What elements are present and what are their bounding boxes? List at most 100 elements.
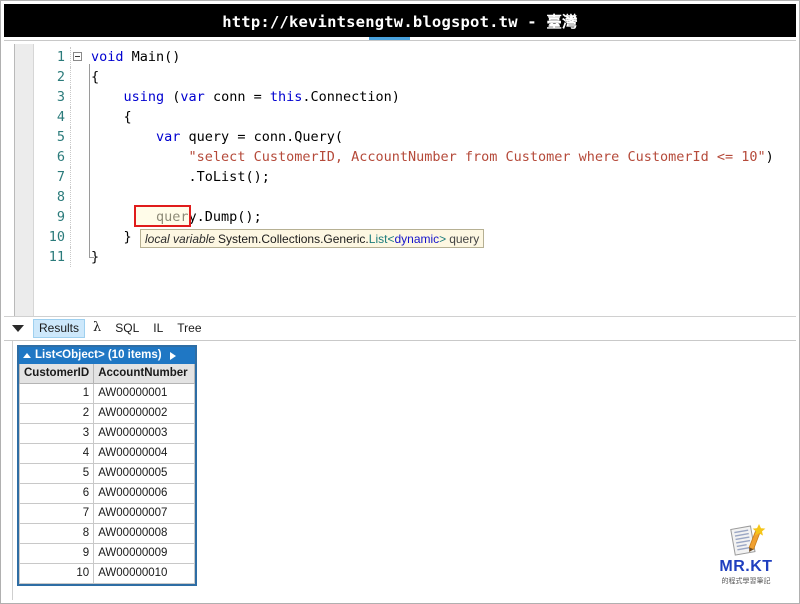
fold-column	[70, 107, 87, 127]
tab-il[interactable]: IL	[147, 319, 169, 338]
line-number: 8	[56, 189, 65, 205]
table-row[interactable]: 6 AW00000006	[18, 483, 196, 504]
code-line[interactable]: 9 query.Dump();	[15, 207, 796, 227]
code-token-kw: var	[180, 89, 205, 105]
code-line[interactable]: 11}	[15, 247, 796, 267]
cell-accountnumber[interactable]: AW00000010	[93, 563, 196, 584]
cell-customerid[interactable]: 4	[18, 443, 95, 464]
code-token-plain: (	[164, 89, 181, 105]
triangle-up-icon[interactable]	[23, 353, 31, 358]
table-row[interactable]: 4 AW00000004	[18, 443, 196, 464]
code-line[interactable]: 5 var query = conn.Query(	[15, 127, 796, 147]
tooltip-type-argument: dynamic	[394, 231, 440, 246]
table-row[interactable]: 1 AW00000001	[18, 383, 196, 404]
code-token-plain: {	[91, 69, 100, 85]
code-token-plain: )	[765, 149, 774, 165]
tab-sql[interactable]: SQL	[109, 319, 145, 338]
cell-accountnumber[interactable]: AW00000005	[93, 463, 196, 484]
caret-down-icon[interactable]	[12, 325, 24, 332]
code-line[interactable]: 4 {	[15, 107, 796, 127]
column-header-customerid[interactable]: CustomerID	[18, 364, 95, 384]
table-row[interactable]: 7 AW00000007	[18, 503, 196, 524]
table-row[interactable]: 8 AW00000008	[18, 523, 196, 544]
tab-[interactable]: λ	[87, 319, 107, 338]
table-row[interactable]: 2 AW00000002	[18, 403, 196, 424]
code-line-text: }	[87, 247, 796, 267]
code-line[interactable]: 1 void Main()	[15, 47, 796, 67]
code-line-text	[87, 187, 796, 207]
tab-results[interactable]: Results	[33, 319, 86, 338]
cell-customerid[interactable]: 3	[18, 423, 95, 444]
collapse-box-icon[interactable]	[73, 52, 82, 61]
code-editor-pane[interactable]: 1 void Main() 2{3 using (var conn = this.C…	[14, 44, 796, 316]
cell-accountnumber[interactable]: AW00000006	[93, 483, 196, 504]
cell-customerid[interactable]: 9	[18, 543, 95, 564]
table-row[interactable]: 3 AW00000003	[18, 423, 196, 444]
code-token-kw: this	[269, 89, 303, 105]
cell-accountnumber[interactable]: AW00000004	[93, 443, 196, 464]
code-line[interactable]: 2{	[15, 67, 796, 87]
fold-column	[70, 147, 87, 167]
title-separator: -	[517, 12, 547, 31]
fold-column	[70, 167, 87, 187]
code-line-text: "select CustomerID, AccountNumber from C…	[87, 147, 796, 167]
line-number: 2	[56, 69, 65, 85]
code-token-plain: Main()	[123, 49, 181, 65]
cell-accountnumber[interactable]: AW00000007	[93, 503, 196, 524]
fold-column	[70, 67, 87, 87]
line-number: 4	[56, 109, 65, 125]
watermark: MR.KT 的程式學習筆記	[700, 524, 792, 596]
title-banner: http://kevintsengtw.blogspot.tw - 臺灣	[4, 4, 796, 37]
triangle-right-icon[interactable]	[169, 351, 176, 360]
table-row[interactable]: 5 AW00000005	[18, 463, 196, 484]
code-line-text: var query = conn.Query(	[87, 127, 796, 147]
code-token-plain: }	[123, 229, 132, 245]
cell-accountnumber[interactable]: AW00000008	[93, 523, 196, 544]
code-line[interactable]: 3 using (var conn = this.Connection)	[15, 87, 796, 107]
table-row[interactable]: 10 AW00000010	[18, 563, 196, 584]
cell-customerid[interactable]: 7	[18, 503, 95, 524]
fold-column	[70, 127, 87, 147]
code-line[interactable]: 7 .ToList();	[15, 167, 796, 187]
code-token-plain: query = conn.Query(	[180, 129, 343, 145]
results-tab-bar[interactable]: Results λ SQL IL Tree	[4, 318, 796, 339]
results-grid-header[interactable]: List<Object> (10 items)	[19, 347, 196, 364]
cell-accountnumber[interactable]: AW00000003	[93, 423, 196, 444]
code-line[interactable]: 6 "select CustomerID, AccountNumber from…	[15, 147, 796, 167]
tab-tree[interactable]: Tree	[171, 319, 207, 338]
intellisense-tooltip: local variable System.Collections.Generic…	[140, 229, 485, 248]
fold-column	[70, 47, 87, 67]
tooltip-type-generic: List	[368, 231, 388, 246]
cell-customerid[interactable]: 2	[18, 403, 95, 424]
code-line-text: void Main()	[87, 47, 796, 67]
cell-accountnumber[interactable]: AW00000001	[93, 383, 196, 404]
line-number: 1	[56, 49, 65, 65]
title-url: http://kevintsengtw.blogspot.tw	[222, 12, 518, 31]
cell-customerid[interactable]: 6	[18, 483, 95, 504]
line-number: 6	[56, 149, 65, 165]
cell-customerid[interactable]: 8	[18, 523, 95, 544]
cell-accountnumber[interactable]: AW00000009	[93, 543, 196, 564]
line-number: 5	[56, 129, 65, 145]
table-row[interactable]: 9 AW00000009	[18, 543, 196, 564]
tooltip-close-angle: >	[439, 231, 447, 246]
code-token-plain: query.Dump();	[156, 209, 262, 225]
code-token-plain: .Connection)	[302, 89, 400, 105]
watermark-subtitle: 的程式學習筆記	[721, 577, 771, 585]
cell-accountnumber[interactable]: AW00000002	[93, 403, 196, 424]
tooltip-open-angle: <	[387, 231, 395, 246]
code-line-text: using (var conn = this.Connection)	[87, 87, 796, 107]
code-line[interactable]: 8	[15, 187, 796, 207]
tooltip-symbol-name: query	[449, 231, 480, 246]
cell-customerid[interactable]: 10	[18, 563, 95, 584]
code-fold-guide-end	[89, 248, 94, 258]
line-number: 11	[48, 249, 65, 265]
pane-splitter[interactable]	[4, 316, 796, 317]
column-header-accountnumber[interactable]: AccountNumber	[93, 364, 196, 384]
results-pane: List<Object> (10 items) CustomerID Accou…	[4, 341, 796, 600]
cell-customerid[interactable]: 1	[18, 383, 95, 404]
results-table[interactable]: CustomerID AccountNumber 1 AW00000001 2 AW0…	[18, 364, 196, 584]
linqpad-window: http://kevintsengtw.blogspot.tw - 臺灣 1 vo…	[0, 0, 800, 604]
results-grid[interactable]: List<Object> (10 items) CustomerID Accou…	[17, 345, 198, 586]
cell-customerid[interactable]: 5	[18, 463, 95, 484]
